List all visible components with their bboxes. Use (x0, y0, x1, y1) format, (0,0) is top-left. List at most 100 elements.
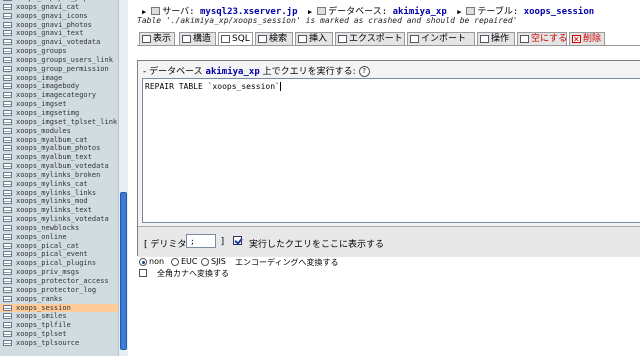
sidebar-table-label[interactable]: xoops_tplset (16, 330, 67, 338)
table-icon[interactable] (3, 339, 12, 346)
sidebar-table-item[interactable]: xoops_gnavi_text (0, 29, 118, 38)
sidebar-table-item[interactable]: xoops_gnavi_photos (0, 21, 118, 30)
sidebar-table-label[interactable]: xoops_gnavi_text (16, 29, 83, 37)
sidebar-table-label[interactable]: xoops_modules (16, 127, 71, 135)
kana-label[interactable]: 全角カナへ変換する (157, 268, 229, 279)
table-icon[interactable] (3, 0, 12, 1)
sidebar-table-item[interactable]: xoops_protector_access (0, 277, 118, 286)
table-icon[interactable] (3, 313, 12, 320)
sidebar-table-label[interactable]: xoops_imagebody (16, 82, 79, 90)
table-icon[interactable] (3, 3, 12, 10)
sidebar-table-label[interactable]: xoops_imagecategory (16, 91, 96, 99)
delimiter-input[interactable]: ; (186, 234, 216, 248)
table-icon[interactable] (3, 207, 12, 214)
sidebar-table-item[interactable]: xoops_gnavi_votedata (0, 38, 118, 47)
tab-structure[interactable]: 構造 (179, 32, 216, 45)
sidebar-table-label[interactable]: xoops_mylinks_links (16, 189, 96, 197)
sidebar-table-item[interactable]: xoops_session (0, 303, 118, 313)
table-icon[interactable] (3, 136, 12, 143)
sidebar-table-label[interactable]: xoops_groups_users_link (16, 56, 113, 64)
sidebar-table-item[interactable]: xoops_mylinks_links (0, 189, 118, 198)
table-icon[interactable] (3, 154, 12, 161)
encoding-option-label[interactable]: non (149, 257, 164, 266)
sidebar-table-item[interactable]: xoops_online (0, 233, 118, 242)
table-icon[interactable] (3, 39, 12, 46)
help-icon[interactable]: ? (358, 66, 370, 77)
sidebar-table-item[interactable]: xoops_protector_log (0, 286, 118, 295)
sidebar-table-label[interactable]: xoops_mylinks_cat (16, 180, 88, 188)
show-query-label[interactable]: 実行したクエリをここに表示する (249, 237, 384, 250)
sidebar-table-label[interactable]: xoops_gnavi_cat (16, 3, 79, 11)
sidebar-table-label[interactable]: xoops_gnavi_votedata (16, 38, 100, 46)
sidebar-table-label[interactable]: xoops_protector_log (16, 286, 96, 294)
table-icon[interactable] (3, 65, 12, 72)
sidebar-table-label[interactable]: xoops_myalbum_cat (16, 136, 88, 144)
table-icon[interactable] (3, 101, 12, 108)
sidebar-table-item[interactable]: xoops_tplfile (0, 321, 118, 330)
table-icon[interactable] (3, 56, 12, 63)
sidebar-table-item[interactable]: xoops_myalbum_votedata (0, 162, 118, 171)
sidebar-table-item[interactable]: xoops_mylinks_cat (0, 180, 118, 189)
sidebar-table-item[interactable]: xoops_tplsource (0, 339, 118, 348)
sidebar-table-item[interactable]: xoops_image (0, 74, 118, 83)
table-icon[interactable] (3, 171, 12, 178)
sidebar-table-item[interactable]: xoops_modules (0, 127, 118, 136)
sidebar-table-item[interactable]: xoops_imagebody (0, 82, 118, 91)
sidebar-table-label[interactable]: xoops_mylinks_broken (16, 171, 100, 179)
encoding-option-label[interactable]: EUC (181, 257, 198, 266)
table-icon[interactable] (3, 331, 12, 338)
table-icon[interactable] (3, 278, 12, 284)
sidebar-table-label[interactable]: xoops_myalbum_votedata (16, 162, 109, 170)
sidebar-table-item[interactable]: xoops_groups_users_link (0, 56, 118, 65)
sidebar-table-item[interactable]: xoops_imagecategory (0, 91, 118, 100)
sql-query-textarea[interactable]: REPAIR TABLE `xoops_session` (142, 78, 640, 223)
sidebar-table-item[interactable]: xoops_pical_cat (0, 242, 118, 251)
tab-browse[interactable]: 表示 (139, 32, 175, 45)
sidebar-table-item[interactable]: xoops_newblocks (0, 224, 118, 233)
sidebar-table-item[interactable]: xoops_myalbum_text (0, 153, 118, 162)
table-icon[interactable] (3, 74, 12, 81)
sidebar-table-label[interactable]: xoops_imgsetimg (16, 109, 79, 117)
sidebar-table-label[interactable]: xoops_imgset_tplset_link (16, 118, 117, 126)
table-icon[interactable] (3, 127, 12, 134)
sidebar-table-item[interactable]: xoops_mylinks_votedata (0, 215, 118, 224)
sidebar-table-item[interactable]: xoops_mylinks_text (0, 206, 118, 215)
table-icon[interactable] (3, 21, 12, 28)
sidebar-table-label[interactable]: xoops_pical_event (16, 250, 88, 258)
sidebar-table-item[interactable]: xoops_mylinks_mod (0, 197, 118, 206)
sidebar-table-label[interactable]: xoops_tplfile (16, 321, 71, 329)
sidebar-table-item[interactable]: xoops_pical_event (0, 250, 118, 259)
encoding-radio-euc[interactable] (171, 258, 179, 266)
sidebar-table-item[interactable]: xoops_imgsetimg (0, 109, 118, 118)
sidebar-table-item[interactable]: xoops_pical_plugins (0, 259, 118, 268)
sidebar-table-label[interactable]: xoops_gnavi_icons (16, 12, 88, 20)
table-icon[interactable] (3, 322, 12, 329)
scrollbar-thumb[interactable] (120, 192, 127, 350)
sidebar-table-label[interactable]: xoops_mylinks_text (16, 206, 92, 214)
sidebar-table-label[interactable]: xoops_mylinks_votedata (16, 215, 109, 223)
table-icon[interactable] (3, 12, 12, 19)
table-icon[interactable] (3, 260, 12, 267)
sidebar-table-item[interactable]: xoops_imgset (0, 100, 118, 109)
sidebar-table-item[interactable]: xoops_myalbum_photos (0, 144, 118, 153)
kana-checkbox[interactable] (139, 269, 147, 277)
table-icon[interactable] (3, 198, 12, 205)
tab-drop[interactable]: 削除 (569, 32, 605, 46)
sidebar-table-label[interactable]: xoops_myalbum_text (16, 153, 92, 161)
sidebar-table-label[interactable]: xoops_imgset (16, 100, 67, 108)
sidebar-table-item[interactable]: xoops_gnavi_icons (0, 12, 118, 21)
sidebar-table-item[interactable]: xoops_mylinks_broken (0, 171, 118, 180)
table-icon[interactable] (3, 30, 12, 37)
sidebar-table-label[interactable]: xoops_image (16, 74, 62, 82)
table-icon[interactable] (3, 233, 12, 240)
table-icon[interactable] (3, 163, 12, 170)
sidebar-table-label[interactable]: xoops_d3pipes_pipes (16, 0, 96, 2)
encoding-radio-sjis[interactable] (201, 258, 209, 266)
show-query-checkbox[interactable] (233, 236, 242, 245)
table-icon[interactable] (3, 92, 12, 99)
tab-operations[interactable]: 操作 (477, 32, 515, 45)
sidebar-table-item[interactable]: xoops_ranks (0, 295, 118, 304)
encoding-option-label[interactable]: SJIS (211, 257, 226, 266)
tab-export[interactable]: エクスポート (335, 32, 405, 45)
sidebar-table-label[interactable]: xoops_myalbum_photos (16, 144, 100, 152)
